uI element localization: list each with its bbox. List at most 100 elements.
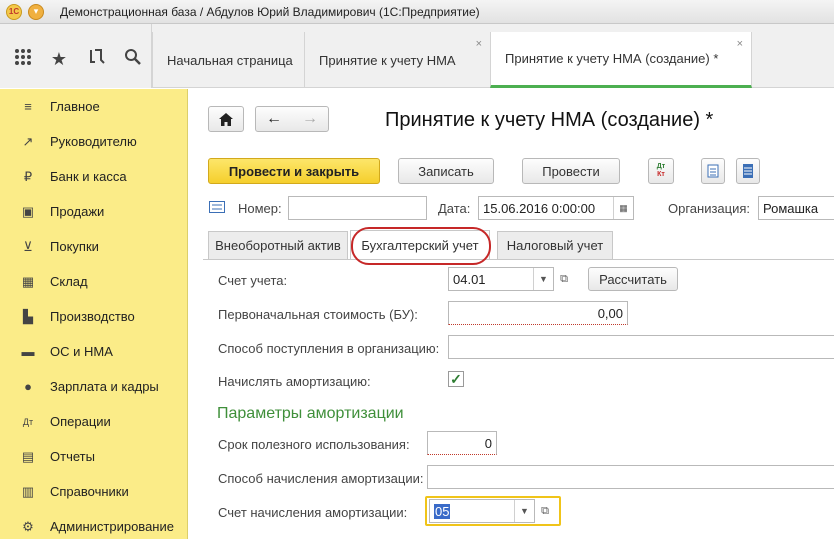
amort-account-label: Счет начисления амортизации: <box>218 505 408 520</box>
sidebar-item-manager[interactable]: ↗ Руководителю <box>0 124 188 159</box>
receipt-method-label: Способ поступления в организацию: <box>218 341 440 356</box>
tab-label: Принятие к учету НМА <box>319 52 456 68</box>
sidebar-item-warehouse[interactable]: ▦ Склад <box>0 264 188 299</box>
forward-arrow-icon[interactable]: → <box>302 110 318 128</box>
open-tabs-bar: ★ Начальная страница Принятие к учету НМ… <box>0 24 834 88</box>
structure-button[interactable] <box>736 158 760 184</box>
home-button[interactable] <box>208 106 244 132</box>
organization-field[interactable]: Ромашка <box>758 196 834 220</box>
sidebar-item-catalogs[interactable]: ▥ Справочники <box>0 474 188 509</box>
sidebar-item-label: Главное <box>50 99 100 114</box>
window-titlebar: 1С ▾ Демонстрационная база / Абдулов Юри… <box>0 0 834 24</box>
star-icon[interactable]: ★ <box>48 48 70 70</box>
tab-label: Начальная страница <box>167 52 293 68</box>
credit-icon: Кт <box>657 171 665 178</box>
tab-tax[interactable]: Налоговый учет <box>497 231 613 259</box>
useful-life-field[interactable]: 0 <box>427 431 497 455</box>
amort-account-value: 05 <box>434 503 451 519</box>
truck-icon: ▬ <box>21 344 35 359</box>
sidebar-item-sales[interactable]: ▣ Продажи <box>0 194 188 229</box>
sidebar-item-label: Покупки <box>50 239 99 254</box>
sidebar-item-label: Операции <box>50 414 111 429</box>
document-form: ← → Принятие к учету НМА (создание) * Пр… <box>189 89 834 539</box>
tab-divider <box>203 259 834 260</box>
apps-grid-icon[interactable] <box>12 48 34 70</box>
amort-method-field[interactable] <box>427 465 834 489</box>
cart-icon: ⊻ <box>23 238 33 254</box>
sidebar-item-admin[interactable]: ⚙ Администрирование <box>0 509 188 539</box>
trend-chart-icon: ↗ <box>22 133 34 149</box>
tab-nma-list[interactable]: Принятие к учету НМА × <box>304 32 490 88</box>
amortize-label: Начислять амортизацию: <box>218 374 371 389</box>
factory-icon: ▙ <box>23 308 33 324</box>
calendar-icon[interactable]: ▦ <box>613 197 633 219</box>
print-button[interactable] <box>701 158 725 184</box>
sidebar: ≡ Главное ↗ Руководителю ₽ Банк и касса … <box>0 89 188 539</box>
sidebar-item-reports[interactable]: ▤ Отчеты <box>0 439 188 474</box>
person-icon: ● <box>24 379 32 394</box>
open-icon[interactable]: ⧉ <box>553 268 575 290</box>
chevron-down-icon[interactable]: ▼ <box>514 500 534 522</box>
back-arrow-icon[interactable]: ← <box>266 110 282 128</box>
tab-nma-create[interactable]: Принятие к учету НМА (создание) * × <box>490 32 752 88</box>
amortize-checkbox[interactable]: ✓ <box>448 371 464 387</box>
open-icon[interactable]: ⧉ <box>534 500 556 522</box>
tab-noncurrent-asset[interactable]: Внеоборотный актив <box>208 231 348 259</box>
sidebar-item-production[interactable]: ▙ Производство <box>0 299 188 334</box>
page-title: Принятие к учету НМА (создание) * <box>385 109 714 131</box>
sidebar-item-salary[interactable]: ● Зарплата и кадры <box>0 369 188 404</box>
sidebar-item-label: Руководителю <box>50 134 137 149</box>
account-field[interactable]: 04.01 ▼ ⧉ <box>448 267 568 291</box>
number-label: Номер: <box>238 201 282 216</box>
coin-icon: ₽ <box>23 168 33 184</box>
debit-icon: Дт <box>656 163 666 170</box>
account-label: Счет учета: <box>218 273 288 288</box>
sidebar-item-label: Зарплата и кадры <box>50 379 159 394</box>
chevron-down-icon[interactable]: ▼ <box>533 268 553 290</box>
sidebar-item-operations[interactable]: Дт Операции <box>0 404 188 439</box>
save-button[interactable]: Записать <box>398 158 494 184</box>
warehouse-icon: ▦ <box>21 273 35 289</box>
dtkt-button[interactable]: Дт Кт <box>648 158 674 184</box>
sidebar-item-label: Производство <box>50 309 135 324</box>
sidebar-item-label: ОС и НМА <box>50 344 113 359</box>
date-label: Дата: <box>438 201 471 216</box>
debit-credit-icon: Дт <box>22 416 34 427</box>
sidebar-item-bank[interactable]: ₽ Банк и касса <box>0 159 188 194</box>
sidebar-item-label: Склад <box>50 274 88 289</box>
history-icon[interactable] <box>86 48 108 70</box>
initial-cost-label: Первоначальная стоимость (БУ): <box>218 307 418 322</box>
sidebar-item-assets[interactable]: ▬ ОС и НМА <box>0 334 188 369</box>
sidebar-item-label: Продажи <box>50 204 105 219</box>
document-icon <box>707 164 719 178</box>
tab-home[interactable]: Начальная страница <box>152 32 304 88</box>
date-field[interactable]: 15.06.2016 0:00:00 ▦ <box>478 196 634 220</box>
nav-buttons: ← → <box>255 106 329 132</box>
menu-lines-icon: ≡ <box>24 99 32 114</box>
main-menu-button[interactable]: ▾ <box>28 3 44 20</box>
tab-accounting[interactable]: Бухгалтерский учет <box>350 230 490 260</box>
calculate-button[interactable]: Рассчитать <box>588 267 678 291</box>
initial-cost-field[interactable]: 0,00 <box>448 301 628 325</box>
account-value: 04.01 <box>453 271 486 287</box>
search-icon[interactable] <box>122 48 144 70</box>
gear-icon: ⚙ <box>22 518 34 534</box>
report-icon: ▤ <box>21 448 35 464</box>
home-icon <box>219 112 233 126</box>
checkmark-icon: ✓ <box>450 370 462 387</box>
number-field[interactable] <box>288 196 427 220</box>
sidebar-item-main[interactable]: ≡ Главное <box>0 89 188 124</box>
receipt-method-field[interactable] <box>448 335 834 359</box>
amort-method-label: Способ начисления амортизации: <box>218 471 424 486</box>
amort-account-field[interactable]: 05 ▼ ⧉ <box>429 499 549 523</box>
bag-icon: ▣ <box>21 203 35 219</box>
1c-logo-icon: 1С <box>6 3 22 20</box>
post-and-close-button[interactable]: Провести и закрыть <box>208 158 380 184</box>
close-icon[interactable]: × <box>476 38 482 50</box>
book-icon: ▥ <box>21 483 35 499</box>
close-icon[interactable]: × <box>737 38 743 50</box>
post-button[interactable]: Провести <box>522 158 620 184</box>
useful-life-label: Срок полезного использования: <box>218 437 410 452</box>
sidebar-item-label: Банк и касса <box>50 169 127 184</box>
sidebar-item-purchases[interactable]: ⊻ Покупки <box>0 229 188 264</box>
